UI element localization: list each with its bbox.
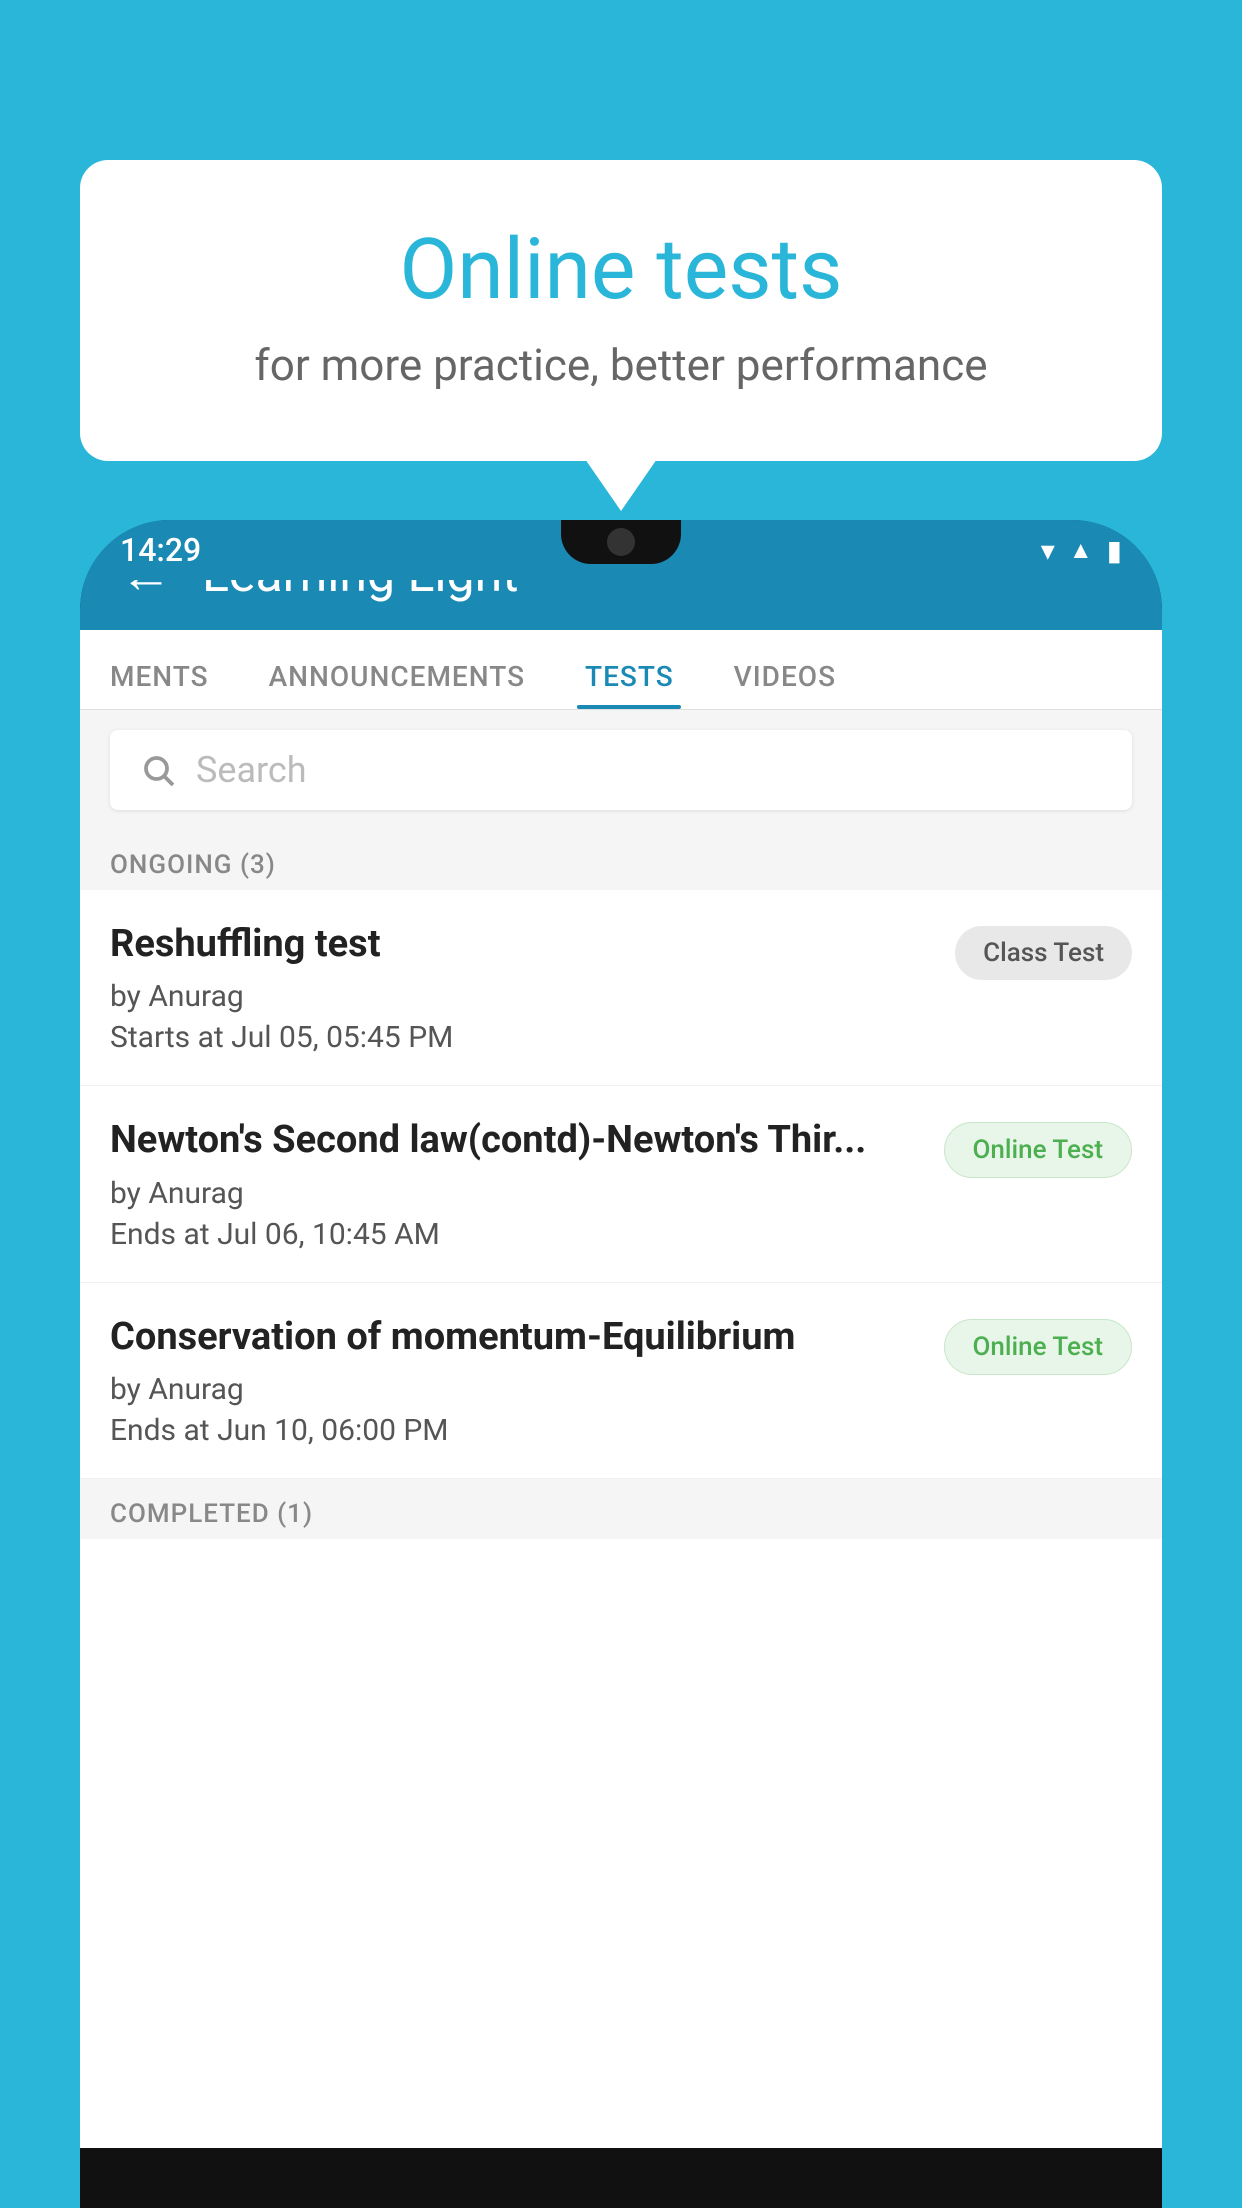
search-container: Search: [80, 710, 1162, 830]
bubble-title: Online tests: [160, 220, 1082, 319]
battery-icon: ▮: [1107, 534, 1122, 567]
search-placeholder: Search: [196, 749, 307, 791]
wifi-icon: ▾: [1041, 534, 1055, 567]
test-badge-online: Online Test: [944, 1122, 1133, 1178]
search-icon: [140, 752, 176, 788]
test-info: Conservation of momentum-Equilibrium by …: [110, 1313, 924, 1448]
test-badge-online: Online Test: [944, 1319, 1133, 1375]
test-date: Ends at Jul 06, 10:45 AM: [110, 1217, 924, 1252]
test-author: by Anurag: [110, 979, 935, 1014]
tab-videos[interactable]: VIDEOS: [704, 660, 866, 709]
test-date: Starts at Jul 05, 05:45 PM: [110, 1020, 935, 1055]
test-date: Ends at Jun 10, 06:00 PM: [110, 1413, 924, 1448]
status-time: 14:29: [120, 531, 201, 569]
test-author: by Anurag: [110, 1372, 924, 1407]
test-item[interactable]: Reshuffling test by Anurag Starts at Jul…: [80, 890, 1162, 1086]
bubble-subtitle: for more practice, better performance: [160, 339, 1082, 391]
test-badge-class: Class Test: [955, 926, 1132, 980]
phone-notch: [561, 520, 681, 564]
test-info: Reshuffling test by Anurag Starts at Jul…: [110, 920, 935, 1055]
test-title: Reshuffling test: [110, 920, 935, 969]
test-list: Reshuffling test by Anurag Starts at Jul…: [80, 890, 1162, 1479]
phone-frame: 14:29 ▾ ▲ ▮ ← Learning Light MENTS ANNOU…: [80, 520, 1162, 2208]
tab-announcements[interactable]: ANNOUNCEMENTS: [239, 660, 555, 709]
promo-bubble: Online tests for more practice, better p…: [80, 160, 1162, 461]
test-item[interactable]: Newton's Second law(contd)-Newton's Thir…: [80, 1086, 1162, 1282]
tab-tests[interactable]: TESTS: [555, 660, 704, 709]
test-title: Newton's Second law(contd)-Newton's Thir…: [110, 1116, 924, 1165]
test-title: Conservation of momentum-Equilibrium: [110, 1313, 924, 1362]
test-info: Newton's Second law(contd)-Newton's Thir…: [110, 1116, 924, 1251]
signal-icon: ▲: [1069, 536, 1093, 565]
test-author: by Anurag: [110, 1176, 924, 1211]
tabs-bar: MENTS ANNOUNCEMENTS TESTS VIDEOS: [80, 630, 1162, 710]
ongoing-section-header: ONGOING (3): [80, 830, 1162, 890]
completed-section-header: COMPLETED (1): [80, 1479, 1162, 1539]
test-item[interactable]: Conservation of momentum-Equilibrium by …: [80, 1283, 1162, 1479]
status-icons: ▾ ▲ ▮: [1041, 534, 1122, 567]
search-box[interactable]: Search: [110, 730, 1132, 810]
phone-inner: MENTS ANNOUNCEMENTS TESTS VIDEOS Search: [80, 630, 1162, 2148]
tab-ments[interactable]: MENTS: [80, 660, 239, 709]
